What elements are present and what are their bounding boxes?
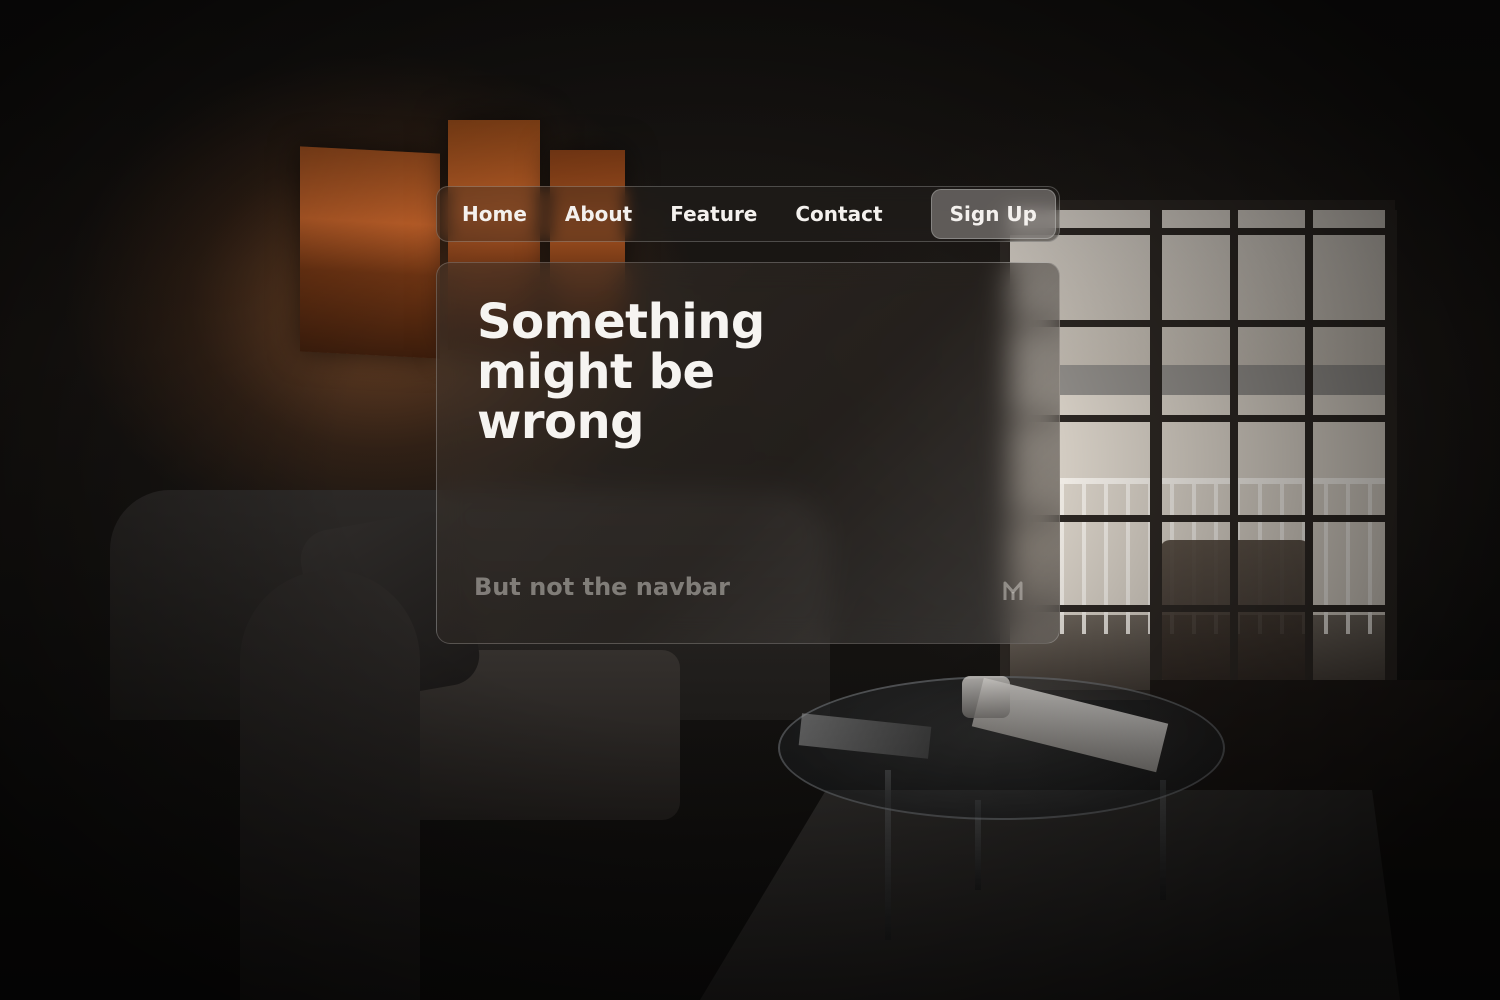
- background-photo: Home About Feature Contact Sign Up Somet…: [0, 0, 1500, 1000]
- signup-button[interactable]: Sign Up: [930, 189, 1056, 239]
- sofa-arm: [240, 570, 420, 1000]
- rug: [700, 790, 1400, 1000]
- nav-about-link[interactable]: About: [546, 190, 651, 238]
- candle-jar: [962, 676, 1010, 718]
- m-logo-icon: [1003, 581, 1023, 600]
- hero-subtitle: But not the navbar: [474, 573, 730, 601]
- hero-card: Something might be wrong But not the nav…: [436, 262, 1060, 644]
- window-frame-v: [1385, 210, 1397, 690]
- nav-home-link[interactable]: Home: [443, 190, 546, 238]
- navbar: Home About Feature Contact Sign Up: [436, 186, 1060, 242]
- window-frame-v: [1305, 210, 1313, 690]
- window-frame-v: [1230, 210, 1238, 690]
- nav-contact-link[interactable]: Contact: [776, 190, 901, 238]
- nav-feature-link[interactable]: Feature: [651, 190, 776, 238]
- wall-art-1: [300, 146, 440, 359]
- hero-title: Something might be wrong: [477, 294, 765, 450]
- window-frame-v: [1150, 210, 1162, 690]
